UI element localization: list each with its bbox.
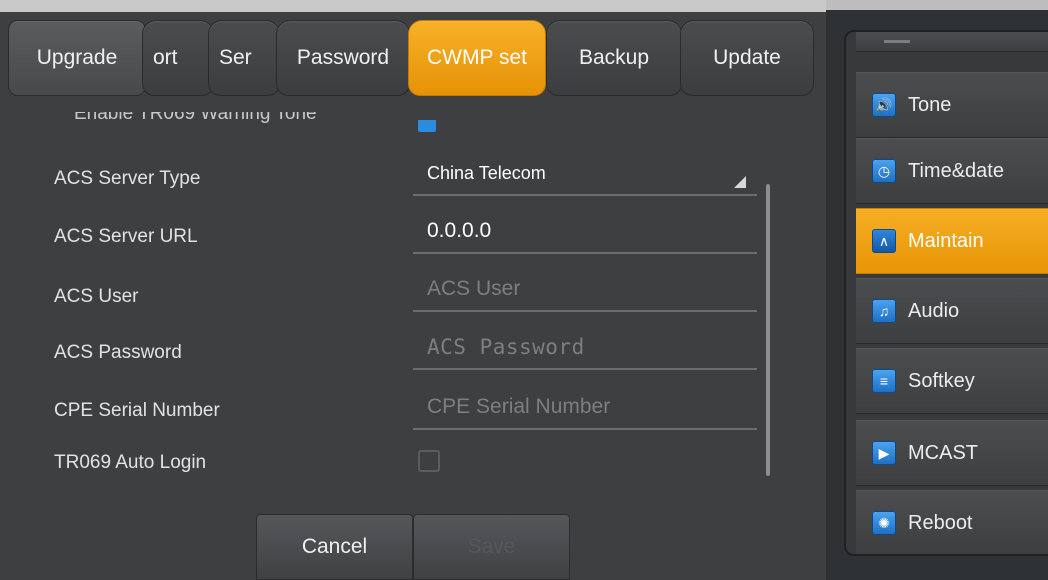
top-strip [0, 0, 826, 12]
tr069-auto-login-label: TR069 Auto Login [54, 452, 207, 473]
acs-server-url-value: 0.0.0.0 [427, 219, 492, 242]
tr069-auto-login-checkbox[interactable] [418, 450, 440, 472]
tab-backup[interactable]: Backup [546, 20, 682, 96]
acs-password-placeholder: ACS Password [427, 335, 585, 359]
acs-password-label: ACS Password [54, 342, 182, 363]
menu-item-maintain[interactable]: ∧ Maintain [856, 208, 1048, 274]
warning-tone-checkbox[interactable] [418, 120, 436, 132]
warning-tone-label: Enable TR069 Warning Tone [74, 112, 317, 124]
tab-export[interactable]: ort [142, 20, 214, 96]
tab-update-label: Update [713, 46, 781, 69]
speaker-icon: 🔊 [872, 93, 896, 117]
settings-menu-panel: 🔊 Tone ◷ Time&date ∧ Maintain ♫ Audio ≡ … [826, 0, 1048, 580]
dropdown-arrow-icon [734, 176, 746, 188]
reboot-icon: ✺ [872, 511, 896, 535]
menu-item-label: MCAST [908, 441, 978, 464]
cpe-serial-number-placeholder: CPE Serial Number [427, 395, 611, 418]
cpe-serial-number-input[interactable]: CPE Serial Number [413, 386, 757, 430]
menu-item-time-date[interactable]: ◷ Time&date [856, 138, 1048, 204]
tab-bar: Upgrade ort Ser Password CWMP set Backup… [0, 18, 816, 100]
acs-server-type-label: ACS Server Type [54, 168, 201, 189]
acs-user-placeholder: ACS User [427, 277, 521, 300]
menu-item-reboot[interactable]: ✺ Reboot [856, 490, 1048, 554]
acs-server-type-select[interactable]: China Telecom [413, 152, 757, 196]
tab-server-label: Ser [219, 46, 252, 69]
menu-item-label: Reboot [908, 511, 973, 534]
settings-panel: Upgrade ort Ser Password CWMP set Backup… [0, 0, 826, 580]
acs-user-input[interactable]: ACS User [413, 268, 757, 312]
acs-password-input[interactable]: ACS Password [413, 326, 757, 370]
megaphone-icon: ▶ [872, 441, 896, 465]
menu-item-audio[interactable]: ♫ Audio [856, 278, 1048, 344]
acs-server-type-value: China Telecom [427, 162, 546, 183]
acs-server-url-input[interactable]: 0.0.0.0 [413, 210, 757, 254]
tab-password[interactable]: Password [276, 20, 410, 96]
menu-item-partial[interactable] [856, 32, 1048, 52]
save-button[interactable]: Save [413, 514, 570, 580]
audio-icon: ♫ [872, 299, 896, 323]
tab-upgrade-label: Upgrade [36, 46, 118, 69]
menu-item-mcast[interactable]: ▶ MCAST [856, 420, 1048, 486]
tab-cwmp-set-label: CWMP set [427, 46, 527, 69]
keyboard-icon: ≡ [872, 369, 896, 393]
settings-menu: 🔊 Tone ◷ Time&date ∧ Maintain ♫ Audio ≡ … [844, 30, 1048, 556]
save-button-label: Save [467, 535, 516, 558]
cpe-serial-number-label: CPE Serial Number [54, 400, 220, 421]
tab-password-label: Password [296, 46, 390, 69]
tab-server[interactable]: Ser [208, 20, 280, 96]
acs-server-url-label: ACS Server URL [54, 226, 198, 247]
tool-icon: ∧ [872, 229, 896, 253]
tab-update[interactable]: Update [680, 20, 814, 96]
scrollbar[interactable] [766, 184, 770, 476]
menu-item-label: Audio [908, 299, 960, 322]
clock-icon: ◷ [872, 159, 896, 183]
acs-user-label: ACS User [54, 286, 139, 307]
cancel-button-label: Cancel [301, 535, 368, 558]
footer-bar: Cancel Save [0, 506, 826, 580]
tab-upgrade[interactable]: Upgrade [8, 20, 146, 96]
cancel-button[interactable]: Cancel [256, 514, 413, 580]
menu-item-label: Time&date [908, 159, 1004, 182]
menu-item-label: Maintain [908, 229, 984, 252]
menu-item-label: Softkey [908, 369, 975, 392]
right-top-strip [826, 0, 1048, 10]
tab-cwmp-set[interactable]: CWMP set [408, 20, 546, 96]
tab-backup-label: Backup [578, 46, 650, 69]
tab-export-label: ort [153, 46, 178, 69]
menu-item-label: Tone [908, 93, 952, 116]
menu-item-softkey[interactable]: ≡ Softkey [856, 348, 1048, 414]
menu-item-tone[interactable]: 🔊 Tone [856, 72, 1048, 138]
